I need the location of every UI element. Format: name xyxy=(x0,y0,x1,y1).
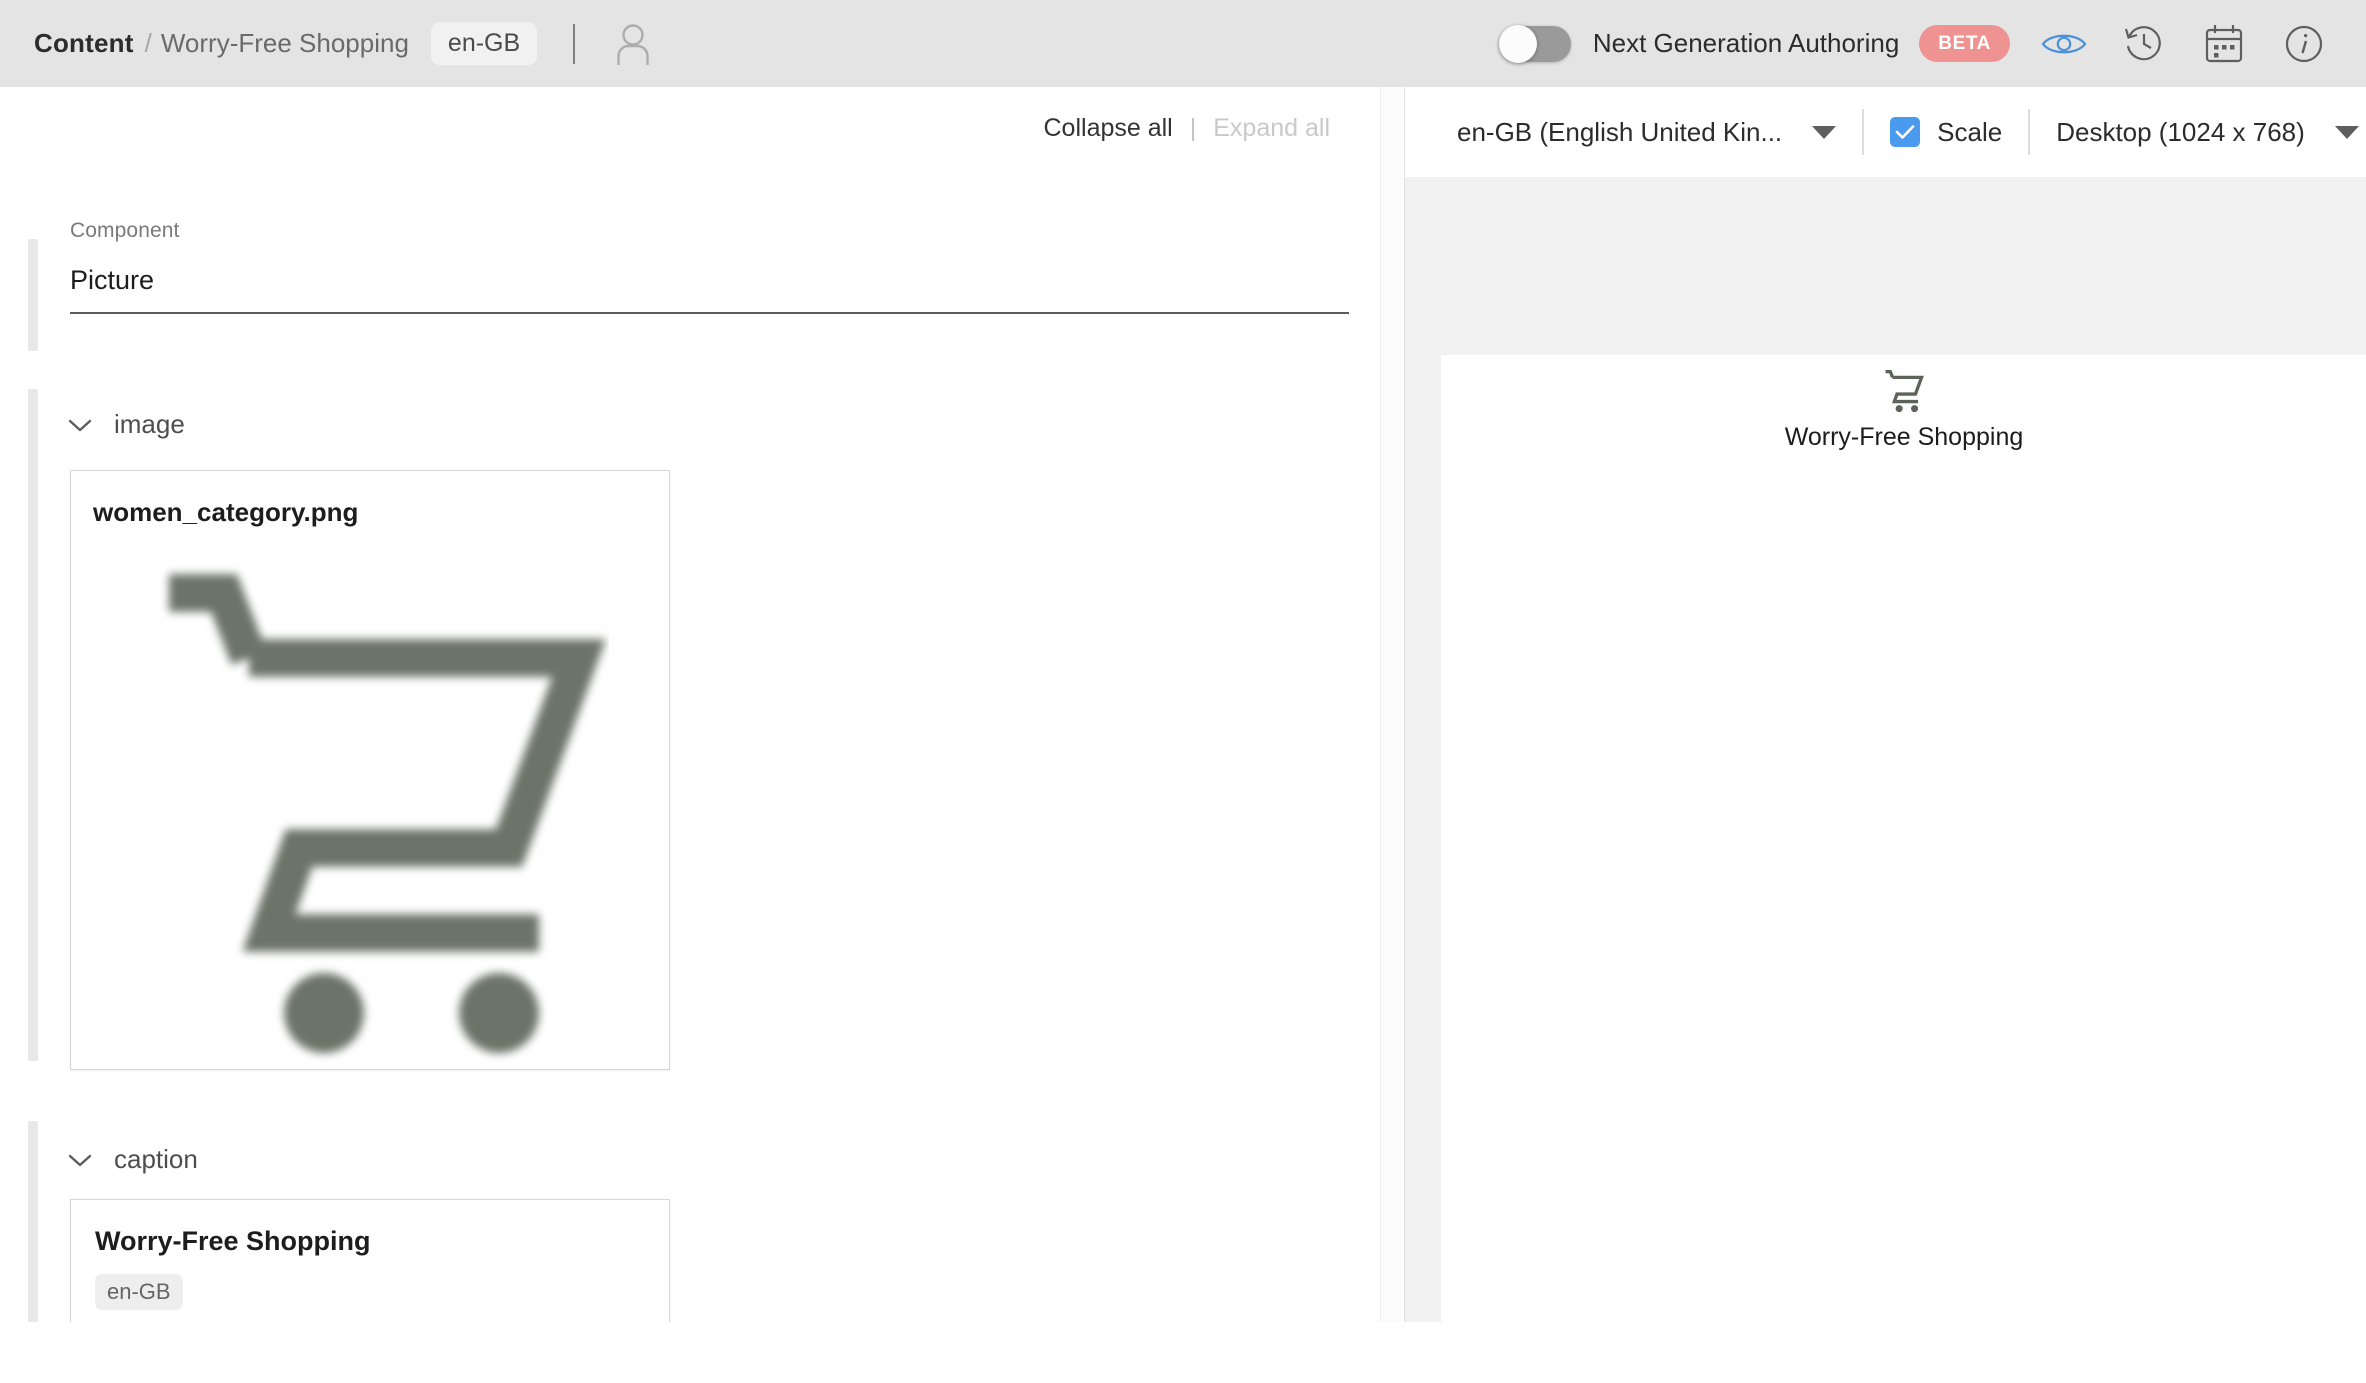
section-header-image[interactable]: image xyxy=(68,409,185,440)
section-rail-component xyxy=(28,239,38,351)
preview-toolbar: en-GB (English United Kin... Scale Deskt… xyxy=(1405,87,2366,177)
device-select[interactable]: Desktop (1024 x 768) xyxy=(2056,117,2359,148)
toolbar-separator: | xyxy=(1190,114,1197,143)
history-clock-icon[interactable] xyxy=(2118,18,2170,70)
preview-caption-text: Worry-Free Shopping xyxy=(1441,423,2366,452)
scale-toggle[interactable]: Scale xyxy=(1890,117,2002,148)
calendar-icon[interactable] xyxy=(2198,18,2250,70)
info-icon[interactable] xyxy=(2278,18,2330,70)
preview-backdrop: Worry-Free Shopping xyxy=(1405,177,2366,1322)
toolbar-divider xyxy=(1862,109,1864,155)
top-bar-actions: Next Generation Authoring BETA xyxy=(1499,18,2330,70)
breadcrumb-divider xyxy=(573,24,575,64)
section-title-caption: caption xyxy=(114,1144,198,1175)
shopping-cart-icon xyxy=(149,563,609,1063)
chevron-down-icon[interactable] xyxy=(68,418,92,432)
toggle-knob xyxy=(1499,25,1537,63)
component-field-label: Component xyxy=(70,219,1349,243)
section-rail-caption xyxy=(28,1121,38,1322)
section-title-image: image xyxy=(114,409,185,440)
chevron-down-icon[interactable] xyxy=(2335,126,2359,139)
component-field: Component Picture xyxy=(70,219,1349,314)
expand-all-button[interactable]: Expand all xyxy=(1213,114,1330,143)
caption-value: Worry-Free Shopping xyxy=(95,1226,371,1257)
breadcrumb-separator: / xyxy=(145,28,152,59)
preview-canvas[interactable]: Worry-Free Shopping xyxy=(1441,355,2366,1383)
breadcrumb-locale-chip[interactable]: en-GB xyxy=(431,22,537,65)
locale-select[interactable]: en-GB (English United Kin... xyxy=(1457,117,1836,148)
chevron-down-icon[interactable] xyxy=(1812,126,1836,139)
top-bar: Content / Worry-Free Shopping en-GB Next… xyxy=(0,0,2366,87)
breadcrumb-root[interactable]: Content xyxy=(34,28,134,59)
next-generation-authoring-toggle[interactable] xyxy=(1499,26,1571,62)
preview-picture-component[interactable]: Worry-Free Shopping xyxy=(1441,355,2366,475)
caption-field-card[interactable]: Worry-Free Shopping en-GB xyxy=(70,1199,670,1322)
section-header-caption[interactable]: caption xyxy=(68,1144,198,1175)
form-toolbar: Collapse all | Expand all xyxy=(1044,114,1331,143)
toolbar-divider-2 xyxy=(2028,109,2030,155)
shopping-cart-icon xyxy=(1881,369,1927,418)
breadcrumb: Content / Worry-Free Shopping en-GB xyxy=(34,0,655,87)
scale-label: Scale xyxy=(1937,117,2002,148)
beta-badge: BETA xyxy=(1919,25,2010,62)
user-icon[interactable] xyxy=(611,22,655,66)
form-panel: Collapse all | Expand all Component Pict… xyxy=(0,87,1392,1322)
locale-select-label: en-GB (English United Kin... xyxy=(1457,117,1782,148)
preview-eye-icon[interactable] xyxy=(2038,18,2090,70)
scale-checkbox[interactable] xyxy=(1890,117,1920,147)
collapse-all-button[interactable]: Collapse all xyxy=(1044,114,1173,143)
chevron-down-icon[interactable] xyxy=(68,1153,92,1167)
breadcrumb-leaf[interactable]: Worry-Free Shopping xyxy=(161,28,409,59)
preview-panel: en-GB (English United Kin... Scale Deskt… xyxy=(1404,87,2366,1322)
form-panel-scrollbar-track[interactable] xyxy=(1380,87,1402,1322)
section-rail-image xyxy=(28,389,38,1061)
image-filename: women_category.png xyxy=(93,497,358,528)
image-asset-card[interactable]: women_category.png xyxy=(70,470,670,1070)
device-select-label: Desktop (1024 x 768) xyxy=(2056,117,2305,148)
component-field-value[interactable]: Picture xyxy=(70,265,1349,314)
next-generation-authoring-label: Next Generation Authoring xyxy=(1593,28,1899,59)
caption-locale-badge: en-GB xyxy=(95,1274,183,1310)
